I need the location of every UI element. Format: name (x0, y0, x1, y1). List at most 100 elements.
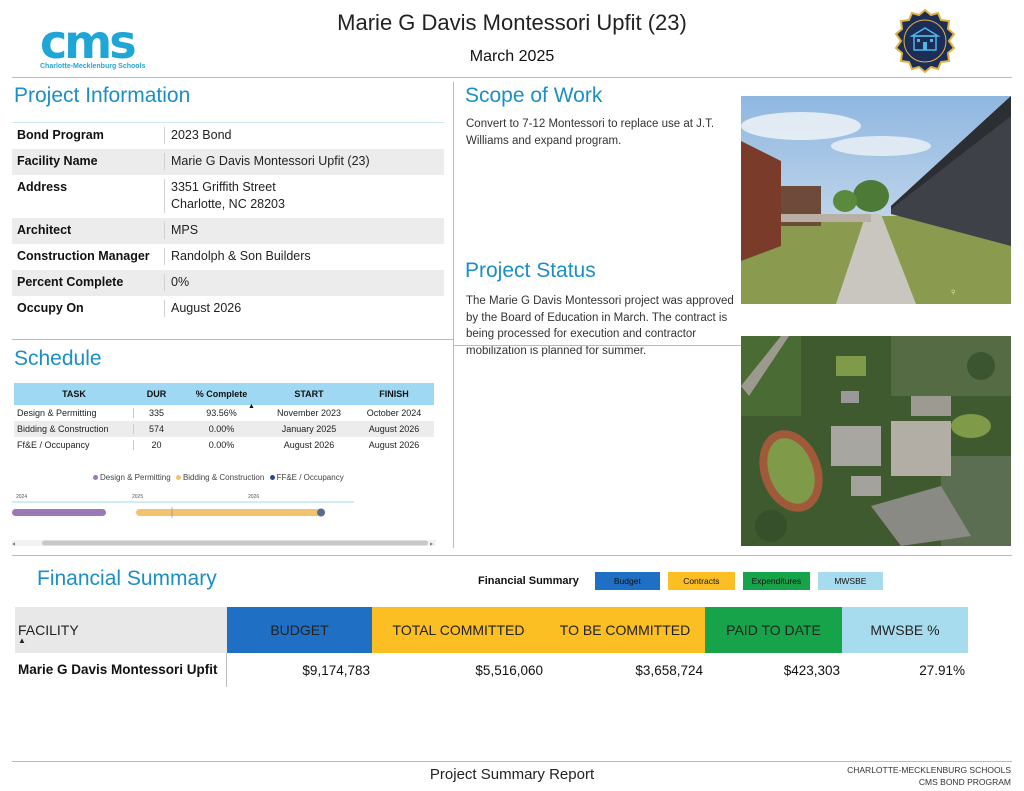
task-finish: August 2026 (368, 440, 420, 450)
gantt-tick: 2025 (132, 494, 143, 500)
mwsbe-value: 27.91% (919, 662, 965, 678)
info-row-bond-program: Bond Program 2023 Bond (12, 123, 444, 149)
task-pct: 0.00% (208, 440, 235, 450)
school-seal-icon (892, 8, 958, 74)
financial-legend: Financial Summary Budget Contracts Expen… (478, 572, 891, 590)
gantt-bar-bidding-construction[interactable] (136, 509, 320, 516)
info-value: Randolph & Son Builders (164, 248, 444, 265)
info-value: Marie G Davis Montessori Upfit (23) (164, 153, 444, 170)
info-row-address: Address 3351 Griffith Street Charlotte, … (12, 175, 444, 218)
sort-asc-icon: ▲ (18, 636, 26, 645)
scope-text: Convert to 7-12 Montessori to replace us… (466, 118, 715, 147)
info-value: August 2026 (164, 300, 444, 317)
gantt-chart: 2024 2025 2026 ◂ ▸ (12, 494, 436, 548)
info-label: Facility Name (17, 154, 98, 168)
footer-org: CHARLOTTE-MECKLENBURG SCHOOLS CMS BOND P… (800, 764, 1011, 788)
gantt-scrollbar-thumb[interactable] (42, 540, 428, 546)
info-value: 0% (164, 274, 444, 291)
facility-name: Marie G Davis Montessori Upfit (15, 653, 227, 687)
svg-text:⚲: ⚲ (951, 289, 955, 296)
info-label: Architect (17, 223, 72, 237)
financial-heading: Financial Summary (37, 567, 217, 590)
schedule-header-row: TASK DUR % Complete START ▲ FINISH (14, 383, 434, 410)
building-rendering-image: ⚲ (741, 96, 1011, 304)
total-committed-value: $5,516,060 (475, 662, 543, 678)
legend-dot (93, 475, 98, 481)
financial-table: FACILITY ▲ BUDGET TOTAL COMMITTED TO BE … (15, 607, 968, 687)
sort-asc-icon: ▲ (248, 403, 255, 410)
task-dur: 335 (148, 408, 165, 418)
task-start: January 2025 (281, 424, 337, 434)
to-be-committed-value: $3,658,724 (635, 662, 703, 678)
status-divider (453, 345, 741, 346)
schedule-heading: Schedule (14, 347, 102, 370)
financial-legend-title: Financial Summary (478, 575, 579, 587)
info-row-occupy-on: Occupy On August 2026 (12, 296, 444, 322)
scroll-right-icon[interactable]: ▸ (430, 542, 433, 548)
task-dur: 20 (151, 440, 162, 450)
gantt-bar-design-permitting[interactable] (12, 509, 106, 516)
footer-org-line2: CMS BOND PROGRAM (918, 777, 1011, 787)
legend-contracts[interactable]: Contracts (667, 572, 735, 590)
col-pct[interactable]: % Complete (179, 389, 264, 399)
info-row-architect: Architect MPS (12, 218, 444, 244)
footer-org-line1: CHARLOTTE-MECKLENBURG SCHOOLS (847, 765, 1011, 775)
schedule-table: TASK DUR % Complete START ▲ FINISH Desig… (14, 383, 434, 453)
col-to-be-committed[interactable]: TO BE COMMITTED (545, 607, 705, 653)
schedule-row: Bidding & Construction 574 0.00% January… (14, 421, 434, 437)
gantt-bar-ffe-occupancy[interactable] (317, 508, 325, 517)
col-dur[interactable]: DUR (134, 389, 179, 399)
scroll-left-icon[interactable]: ◂ (12, 542, 15, 548)
col-facility[interactable]: FACILITY ▲ (15, 607, 227, 653)
task-name: Ff&E / Occupancy (14, 440, 134, 450)
col-start[interactable]: START ▲ (248, 389, 354, 410)
legend-expenditures[interactable]: Expenditures (742, 572, 810, 590)
task-start: November 2023 (276, 408, 342, 418)
status-text: The Marie G Davis Montessori project was… (466, 295, 734, 357)
col-task[interactable]: TASK (14, 389, 134, 399)
paid-to-date-value: $423,303 (783, 662, 840, 678)
info-label: Address (17, 180, 68, 194)
legend-mwsbe[interactable]: MWSBE (817, 572, 883, 590)
info-divider (12, 339, 453, 340)
financial-divider (12, 555, 1012, 556)
aerial-site-image (741, 336, 1011, 546)
col-facility-label: FACILITY (18, 622, 79, 638)
info-value: 2023 Bond (164, 127, 444, 144)
project-info-heading: Project Information (14, 84, 191, 107)
task-name: Bidding & Construction (14, 424, 134, 434)
status-heading: Project Status (465, 259, 596, 282)
budget-value: $9,174,783 (302, 662, 370, 678)
legend-label: FF&E / Occupancy (276, 473, 344, 482)
info-row-facility-name: Facility Name Marie G Davis Montessori U… (12, 149, 444, 175)
info-label: Percent Complete (17, 275, 124, 289)
col-total-committed[interactable]: TOTAL COMMITTED (372, 607, 545, 653)
legend-dot (175, 475, 181, 481)
legend-label: Design & Permitting (100, 473, 171, 482)
info-row-construction-manager: Construction Manager Randolph & Son Buil… (12, 244, 444, 270)
legend-dot (269, 475, 275, 481)
legend-label: Bidding & Construction (182, 473, 265, 482)
report-date: March 2025 (469, 48, 555, 65)
gantt-legend: Design & Permitting Bidding & Constructi… (90, 473, 344, 482)
legend-budget[interactable]: Budget (594, 572, 660, 590)
column-divider (453, 82, 454, 548)
table-row: Marie G Davis Montessori Upfit $9,174,78… (15, 653, 968, 687)
col-paid-to-date[interactable]: PAID TO DATE (705, 607, 842, 653)
page-title: Marie G Davis Montessori Upfit (23) (337, 10, 687, 35)
info-label: Bond Program (17, 128, 104, 142)
task-dur: 574 (148, 424, 165, 434)
task-finish: August 2026 (368, 424, 420, 434)
schedule-row: Design & Permitting 335 93.56% November … (14, 405, 434, 421)
project-info-table: Bond Program 2023 Bond Facility Name Mar… (12, 122, 444, 322)
info-label: Construction Manager (17, 249, 150, 263)
gantt-tick: 2026 (248, 494, 259, 500)
schedule-row: Ff&E / Occupancy 20 0.00% August 2026 Au… (14, 437, 434, 453)
financial-header-row: FACILITY ▲ BUDGET TOTAL COMMITTED TO BE … (15, 607, 968, 653)
info-row-percent-complete: Percent Complete 0% (12, 270, 444, 296)
task-finish: October 2024 (366, 408, 422, 418)
col-mwsbe[interactable]: MWSBE % (842, 607, 968, 653)
info-value: 3351 Griffith Street Charlotte, NC 28203 (164, 179, 444, 213)
col-budget[interactable]: BUDGET (227, 607, 372, 653)
col-finish[interactable]: FINISH (354, 389, 434, 399)
